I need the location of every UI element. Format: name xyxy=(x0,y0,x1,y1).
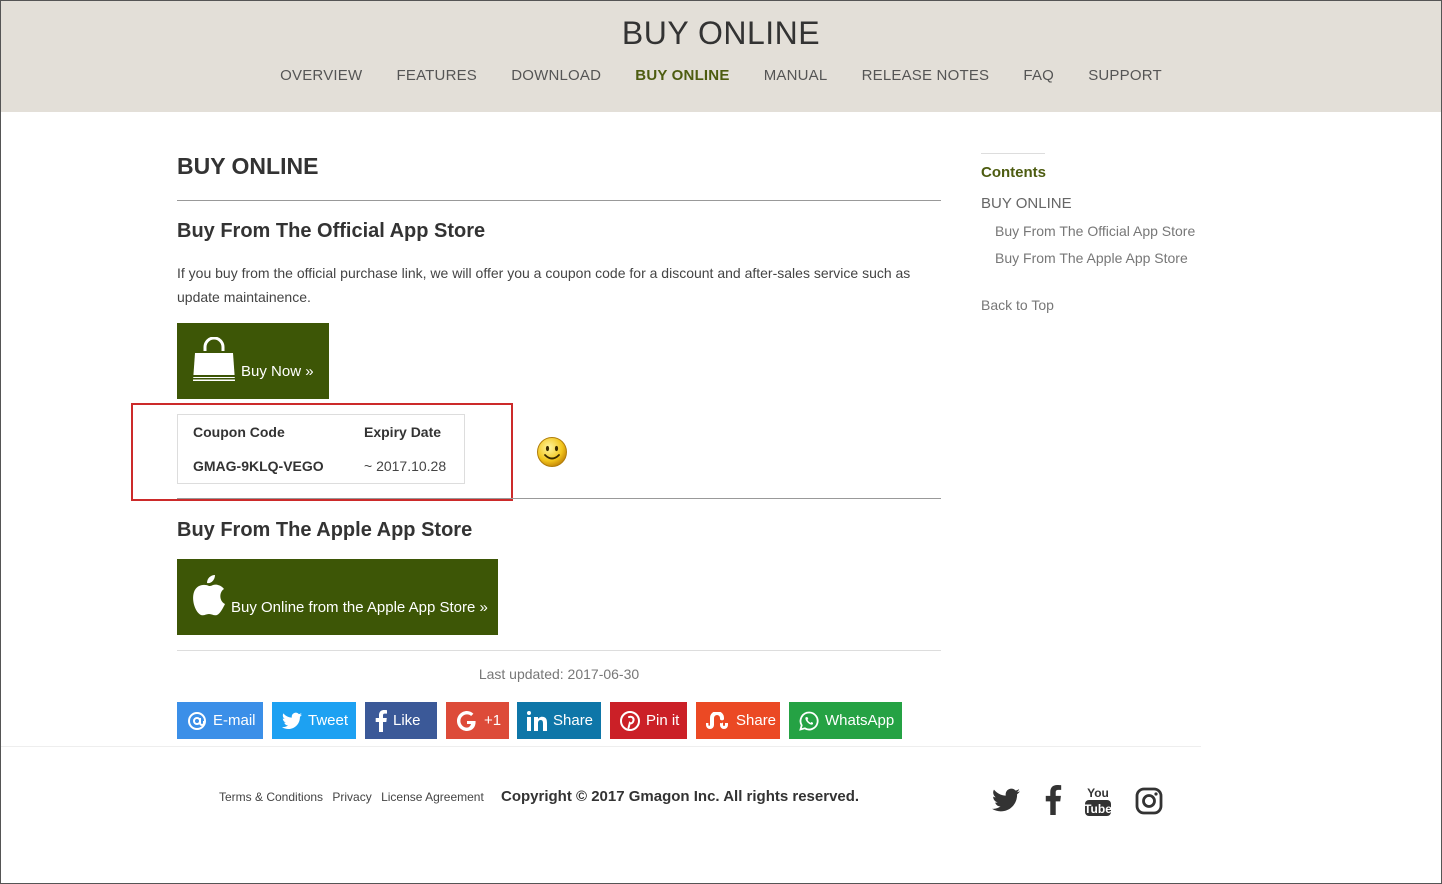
google-plus-icon xyxy=(457,710,476,731)
buy-now-label: Buy Now » xyxy=(241,363,314,380)
contents-heading: Contents xyxy=(981,164,1046,181)
share-stumbleupon-button[interactable]: Share xyxy=(696,702,780,739)
section-apple-title: Buy From The Apple App Store xyxy=(177,519,473,541)
nav-manual[interactable]: MANUAL xyxy=(764,67,828,84)
share-like-label: Like xyxy=(393,712,421,729)
svg-text:You: You xyxy=(1087,786,1109,800)
instagram-icon[interactable] xyxy=(1135,785,1163,817)
nav-download[interactable]: DOWNLOAD xyxy=(511,67,601,84)
footer-links: Terms & Conditions Privacy License Agree… xyxy=(219,790,490,804)
share-whatsapp-label: WhatsApp xyxy=(825,712,895,729)
stumbleupon-icon xyxy=(706,711,728,729)
back-to-top-link[interactable]: Back to Top xyxy=(981,297,1054,313)
smiley-icon xyxy=(537,437,567,467)
site-title: BUY ONLINE xyxy=(621,15,821,51)
share-tweet-label: Tweet xyxy=(308,712,349,729)
apple-icon xyxy=(193,575,225,616)
share-pinterest-button[interactable]: Pin it xyxy=(610,702,687,739)
section-official-text: If you buy from the official purchase li… xyxy=(177,265,911,305)
share-email-button[interactable]: E-mail xyxy=(177,702,263,739)
nav-features[interactable]: FEATURES xyxy=(397,67,478,84)
page-title: BUY ONLINE xyxy=(177,153,319,179)
divider xyxy=(177,650,941,651)
toc-item-apple-store[interactable]: Buy From The Apple App Store xyxy=(995,250,1188,266)
share-linkedin-button[interactable]: Share xyxy=(517,702,601,739)
nav-overview[interactable]: OVERVIEW xyxy=(280,67,362,84)
divider xyxy=(177,498,941,499)
share-google-plus-label: +1 xyxy=(484,712,502,729)
share-email-label: E-mail xyxy=(213,712,256,729)
twitter-icon[interactable] xyxy=(992,785,1020,815)
share-stumbleupon-label: Share xyxy=(736,712,777,729)
facebook-icon xyxy=(375,709,387,732)
nav-support[interactable]: SUPPORT xyxy=(1088,67,1162,84)
share-tweet-button[interactable]: Tweet xyxy=(272,702,356,739)
share-linkedin-label: Share xyxy=(553,712,594,729)
share-like-button[interactable]: Like xyxy=(365,702,437,739)
toc-item-buy-online[interactable]: BUY ONLINE xyxy=(981,195,1072,212)
svg-text:Tube: Tube xyxy=(1084,802,1112,816)
coupon-code-value[interactable]: GMAG-9KLQ-VEGO xyxy=(193,458,324,474)
share-google-plus-button[interactable]: +1 xyxy=(446,702,509,739)
last-updated: Last updated: 2017-06-30 xyxy=(478,666,640,682)
pinterest-icon xyxy=(620,710,640,731)
expiry-date-header: Expiry Date xyxy=(364,424,442,440)
coupon-code-header: Coupon Code xyxy=(193,424,285,440)
share-whatsapp-button[interactable]: WhatsApp xyxy=(789,702,902,739)
divider xyxy=(177,200,941,201)
whatsapp-icon xyxy=(799,711,819,731)
nav-release-notes[interactable]: RELEASE NOTES xyxy=(862,67,990,84)
at-icon xyxy=(188,711,206,730)
divider xyxy=(981,153,1045,154)
terms-link[interactable]: Terms & Conditions xyxy=(219,790,323,804)
twitter-icon xyxy=(282,712,302,729)
nav-faq[interactable]: FAQ xyxy=(1023,67,1054,84)
toc-item-official-store[interactable]: Buy From The Official App Store xyxy=(995,223,1195,239)
footer-divider xyxy=(1,746,1201,747)
buy-now-button[interactable]: Buy Now » xyxy=(177,323,329,399)
site-header: BUY ONLINE OVERVIEW FEATURES DOWNLOAD BU… xyxy=(1,1,1441,112)
share-pinterest-label: Pin it xyxy=(646,712,680,729)
main-nav: OVERVIEW FEATURES DOWNLOAD BUY ONLINE MA… xyxy=(1,67,1441,84)
expiry-date-value: ~ 2017.10.28 xyxy=(364,458,447,474)
license-link[interactable]: License Agreement xyxy=(381,790,484,804)
section-official-title: Buy From The Official App Store xyxy=(177,220,486,242)
apple-store-label: Buy Online from the Apple App Store » xyxy=(231,599,488,616)
youtube-icon[interactable]: You Tube xyxy=(1084,785,1112,817)
facebook-icon[interactable] xyxy=(1044,785,1062,815)
apple-store-button[interactable]: Buy Online from the Apple App Store » xyxy=(177,559,498,635)
coupon-table: Coupon Code Expiry Date GMAG-9KLQ-VEGO ~… xyxy=(177,414,465,484)
shopping-bag-icon xyxy=(193,337,235,381)
linkedin-icon xyxy=(527,710,547,731)
copyright-text: Copyright © 2017 Gmagon Inc. All rights … xyxy=(501,788,860,805)
privacy-link[interactable]: Privacy xyxy=(332,790,371,804)
nav-buy-online[interactable]: BUY ONLINE xyxy=(635,67,729,84)
